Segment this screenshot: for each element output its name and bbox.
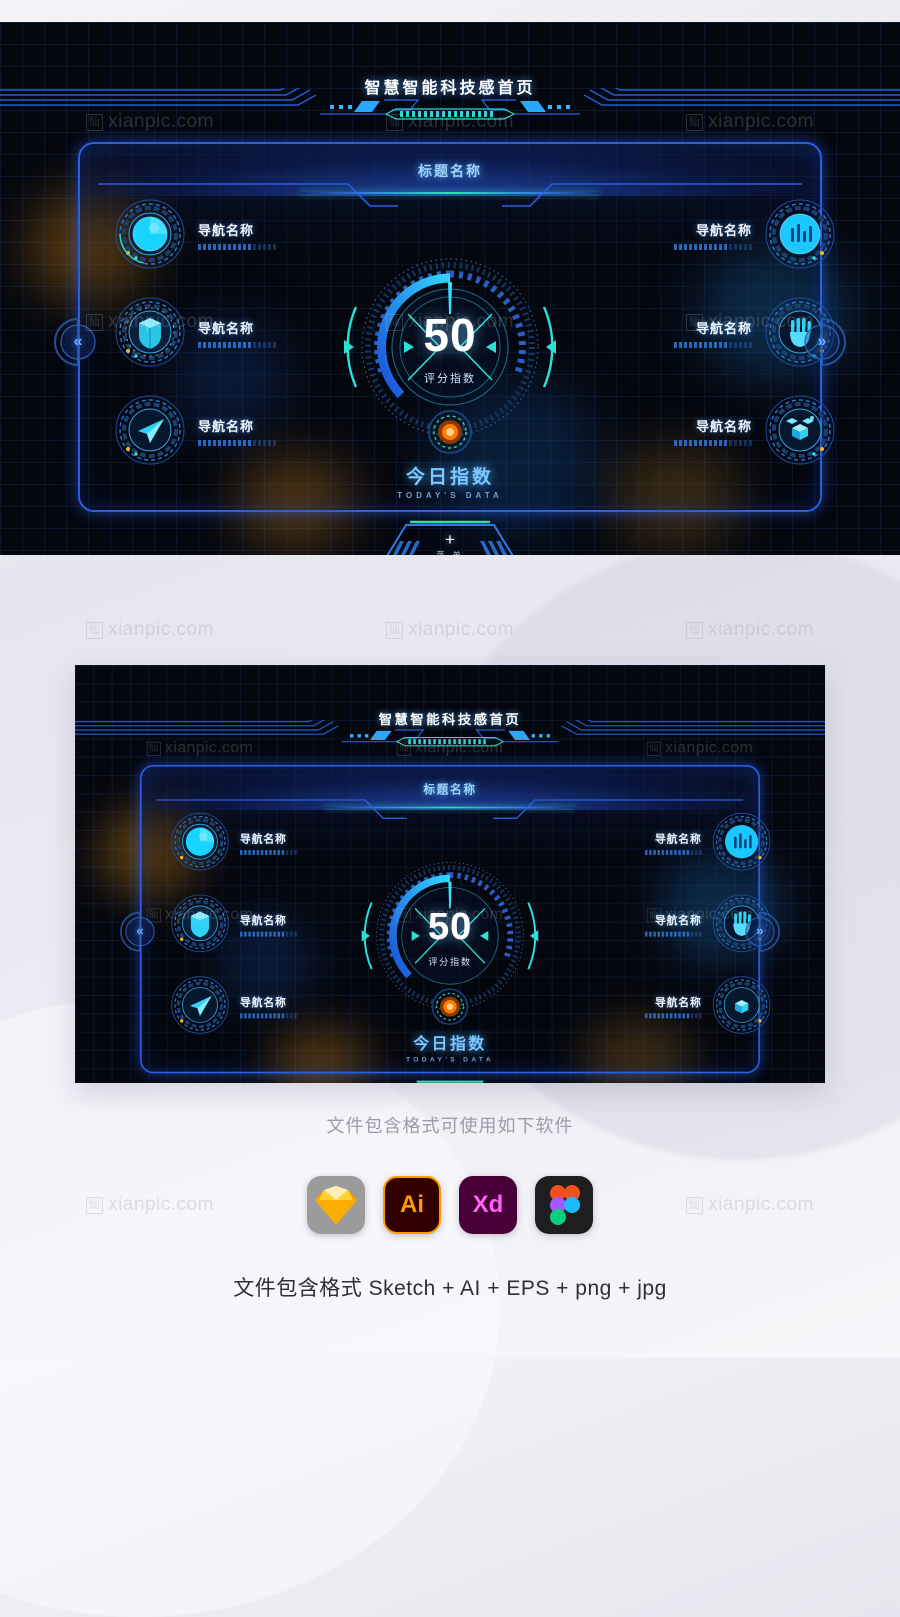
nav-dot-bar [198, 342, 318, 348]
hero-board: 智慧智能科技感首页 标题名称 导航名称 导航名称 导航名称 导航名称 导航名称 … [0, 22, 900, 555]
nav-label: 导航名称 [654, 832, 702, 845]
nav-text-left-1: 导航名称 [239, 830, 340, 855]
nav-label: 导航名称 [695, 223, 752, 238]
board-header: 智慧智能科技感首页 [0, 22, 900, 122]
menu-button[interactable]: + 菜 单 [392, 1077, 509, 1083]
nav-label: 导航名称 [695, 321, 752, 336]
sketch-icon [307, 1176, 365, 1234]
prev-button[interactable]: « [118, 910, 161, 953]
nav-dot-bar [239, 849, 340, 855]
nav-dot-bar [632, 440, 752, 446]
menu-label: 菜 单 [380, 550, 520, 555]
orange-orb [431, 988, 469, 1025]
nav-dot-bar [632, 244, 752, 250]
thumbnail-board: 智慧智能科技感首页 标题名称 导航名称 导航名称 导航名称 导航名称 导航名称 … [75, 665, 825, 1083]
nav-label: 导航名称 [198, 321, 255, 336]
nav-item-left-1[interactable]: 导航名称 [110, 198, 320, 284]
blocks-icon [712, 975, 772, 1035]
nav-item-left-2[interactable]: 导航名称 [110, 296, 320, 382]
header-center-bar [0, 108, 900, 124]
nav-text-left-1: 导航名称 [198, 220, 318, 250]
prev-button[interactable]: « [52, 316, 104, 368]
nav-text-right-2: 导航名称 [602, 912, 702, 937]
nav-text-left-3: 导航名称 [198, 416, 318, 446]
plus-icon: + [445, 530, 455, 549]
figma-icon [535, 1176, 593, 1234]
nav-text-left-3: 导航名称 [239, 993, 340, 1019]
nav-dot-bar [602, 931, 702, 937]
nav-item-left-2[interactable]: 导航名称 [167, 893, 342, 965]
today-index-block: 今日指数 TODAY'S DATA [75, 1032, 825, 1064]
panel-title: 标题名称 [418, 163, 482, 179]
chevron-double-right-icon: » [817, 333, 827, 350]
nav-label: 导航名称 [239, 995, 287, 1009]
nav-dot-bar [198, 440, 318, 446]
nav-label: 导航名称 [198, 419, 255, 434]
nav-text-left-2: 导航名称 [198, 318, 318, 348]
illustrator-icon: Ai [383, 1176, 441, 1234]
nav-dot-bar [602, 1013, 702, 1019]
bar-chart-icon [712, 812, 772, 872]
nav-text-left-2: 导航名称 [239, 912, 340, 937]
nav-text-right-1: 导航名称 [602, 830, 702, 855]
software-icon-row: Ai Xd [0, 1176, 900, 1234]
cube-shield-icon [170, 893, 230, 953]
xd-label: Xd [472, 1191, 504, 1218]
software-section-title: 文件包含格式可使用如下软件 [326, 1116, 574, 1136]
cube-shield-icon [114, 296, 186, 368]
nav-label: 导航名称 [198, 223, 255, 238]
nav-dot-bar [632, 342, 752, 348]
panel-title: 标题名称 [423, 782, 477, 796]
next-button[interactable]: » [796, 316, 848, 368]
bar-chart-icon [764, 198, 836, 270]
nav-label: 导航名称 [654, 914, 702, 927]
gauge-value: 50 [427, 904, 473, 948]
panel-title-underline [324, 806, 575, 809]
thumbnail-scaler: 智慧智能科技感首页 标题名称 导航名称 导航名称 导航名称 导航名称 导航名称 … [75, 665, 825, 1083]
board-header: 智慧智能科技感首页 [75, 665, 825, 748]
nav-dot-bar [239, 1013, 340, 1019]
nav-label: 导航名称 [695, 419, 752, 434]
xd-icon: Xd [459, 1176, 517, 1234]
chevron-double-left-icon: « [136, 924, 144, 939]
nav-label: 导航名称 [239, 832, 287, 845]
paper-plane-icon [170, 975, 230, 1035]
nav-dot-bar [602, 849, 702, 855]
paper-plane-icon [114, 394, 186, 466]
header-center-bar [75, 736, 825, 750]
nav-text-right-3: 导航名称 [602, 993, 702, 1019]
today-index-block: 今日指数 TODAY'S DATA [0, 462, 900, 500]
nav-item-right-1[interactable]: 导航名称 [600, 812, 775, 884]
nav-text-right-1: 导航名称 [632, 220, 752, 250]
gauge-label: 评分指数 [424, 373, 476, 385]
nav-dot-bar [198, 244, 318, 250]
nav-dot-bar [239, 931, 340, 937]
today-index-cn: 今日指数 [413, 1035, 487, 1054]
panel-title-underline [300, 192, 600, 194]
illustrator-label: Ai [400, 1191, 424, 1218]
today-index-cn: 今日指数 [405, 467, 494, 488]
background-curve-left [0, 997, 500, 1617]
file-format-caption: 文件包含格式 Sketch + AI + EPS + png + jpg [233, 1277, 667, 1300]
nav-text-right-2: 导航名称 [632, 318, 752, 348]
chevron-double-left-icon: « [73, 333, 83, 350]
orange-orb [428, 410, 472, 454]
gauge-value: 50 [423, 309, 477, 361]
menu-button[interactable]: + 菜 单 [380, 517, 520, 555]
nav-item-left-1[interactable]: 导航名称 [167, 812, 342, 884]
nav-label: 导航名称 [239, 914, 287, 927]
thumbnail-preview: 智慧智能科技感首页 标题名称 导航名称 导航名称 导航名称 导航名称 导航名称 … [75, 665, 825, 1083]
today-index-en: TODAY'S DATA [397, 491, 503, 500]
today-index-en: TODAY'S DATA [405, 1055, 494, 1064]
nav-label: 导航名称 [654, 995, 702, 1009]
blocks-icon [764, 394, 836, 466]
chevron-double-right-icon: » [756, 924, 764, 939]
nav-item-right-1[interactable]: 导航名称 [630, 198, 840, 284]
pie-sphere-icon [170, 812, 230, 872]
nav-text-right-3: 导航名称 [632, 416, 752, 446]
gauge-label: 评分指数 [428, 957, 472, 968]
pie-sphere-icon [114, 198, 186, 270]
next-button[interactable]: » [738, 910, 781, 953]
